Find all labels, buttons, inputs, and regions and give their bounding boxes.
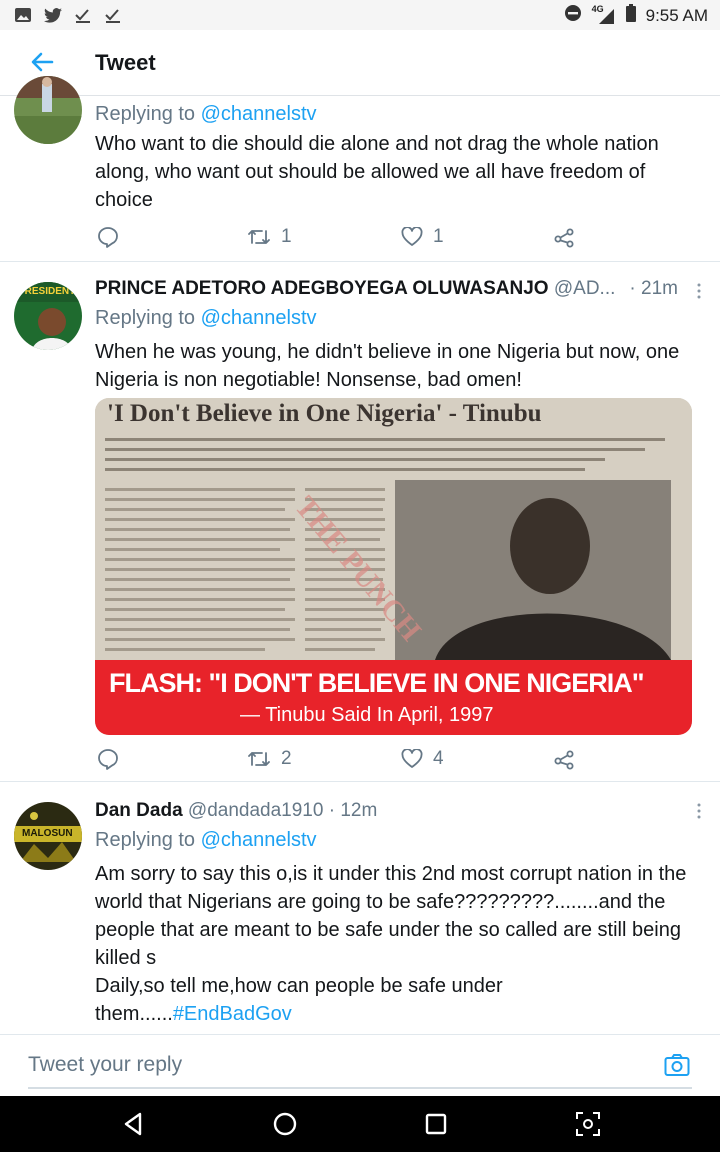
reply-icon bbox=[98, 227, 118, 248]
tweet-actions: 1 1 bbox=[95, 226, 595, 256]
heart-icon bbox=[401, 227, 423, 246]
more-options-icon[interactable] bbox=[696, 282, 702, 300]
retweet-button[interactable]: 1 bbox=[247, 226, 292, 248]
author-name[interactable]: PRINCE ADETORO ADEGBOYEGA OLUWASANJO bbox=[95, 278, 549, 299]
reply-label: Replying to bbox=[95, 103, 196, 125]
check-icon bbox=[104, 6, 122, 24]
tweet-text-line: Daily,so tell me,how can people be safe … bbox=[95, 975, 503, 1025]
reply-context: Replying to @channelstv bbox=[95, 826, 692, 854]
like-button[interactable]: 1 bbox=[401, 226, 444, 248]
reply-label: Replying to bbox=[95, 829, 196, 851]
retweet-count: 1 bbox=[281, 226, 292, 247]
twitter-icon bbox=[44, 6, 62, 24]
avatar[interactable]: MALOSUN bbox=[14, 802, 82, 870]
like-button[interactable]: 4 bbox=[401, 748, 444, 770]
reply-context: Replying to @channelstv bbox=[95, 304, 692, 332]
mention-link[interactable]: @channelstv bbox=[201, 103, 317, 125]
system-nav-bar bbox=[0, 1096, 720, 1152]
reply-icon bbox=[98, 749, 118, 770]
tweet-text: Am sorry to say this o,is it under this … bbox=[95, 860, 692, 1028]
tweet-text: Who want to die should die alone and not… bbox=[95, 133, 659, 211]
mention-link[interactable]: @channelstv bbox=[201, 307, 317, 329]
tweet-text-paragraph: Daily,so tell me,how can people be safe … bbox=[95, 972, 692, 1028]
tweet-actions: 2 4 bbox=[95, 748, 595, 778]
reply-label: Replying to bbox=[95, 307, 196, 329]
tweet-header: PRINCE ADETORO ADEGBOYEGA OLUWASANJO @AD… bbox=[95, 276, 692, 302]
reply-input-underline bbox=[28, 1087, 692, 1089]
tweet-time: · 12m bbox=[328, 800, 378, 821]
back-arrow-icon[interactable] bbox=[28, 48, 56, 76]
reply-button[interactable] bbox=[97, 226, 119, 248]
retweet-icon bbox=[248, 752, 270, 766]
author-handle[interactable]: @dandada1910 bbox=[188, 800, 324, 821]
screenshot-icon[interactable] bbox=[574, 1110, 602, 1138]
status-bar: 4G 9:55 AM bbox=[0, 0, 720, 30]
tweet-text-paragraph: Am sorry to say this o,is it under this … bbox=[95, 863, 687, 969]
avatar[interactable] bbox=[14, 76, 82, 144]
share-icon bbox=[554, 750, 574, 770]
nav-home-icon[interactable] bbox=[271, 1110, 299, 1138]
clock-time: 9:55 AM bbox=[645, 5, 708, 25]
retweet-button[interactable]: 2 bbox=[247, 748, 292, 770]
reply-context: Replying to @channelstv bbox=[95, 100, 692, 128]
reply-input[interactable]: Tweet your reply bbox=[28, 1053, 182, 1077]
avatar-text: PRESIDENT bbox=[18, 286, 76, 297]
tweet-time: · 21m bbox=[623, 276, 678, 302]
hashtag-link[interactable]: #EndBadGov bbox=[173, 1003, 292, 1025]
like-count: 1 bbox=[433, 226, 444, 247]
page-title: Tweet bbox=[95, 50, 156, 75]
share-icon bbox=[554, 228, 574, 248]
heart-icon bbox=[401, 749, 423, 768]
avatar-text: MALOSUN bbox=[22, 828, 73, 839]
author-name[interactable]: Dan Dada bbox=[95, 800, 183, 821]
author-handle[interactable]: @AD... bbox=[554, 278, 616, 299]
camera-icon[interactable] bbox=[664, 1053, 690, 1077]
network-type: 4G bbox=[591, 3, 604, 14]
share-button[interactable] bbox=[553, 748, 575, 770]
retweet-count: 2 bbox=[281, 748, 292, 769]
mention-link[interactable]: @channelstv bbox=[201, 829, 317, 851]
dnd-icon bbox=[564, 4, 582, 27]
tweet-header: Dan Dada @dandada1910 · 12m bbox=[95, 798, 692, 824]
signal-icon: 4G bbox=[591, 3, 616, 25]
check-icon bbox=[74, 6, 92, 24]
avatar[interactable]: PRESIDENT bbox=[14, 282, 82, 350]
tweet-3[interactable]: MALOSUN Dan Dada @dandada1910 · 12m Repl… bbox=[0, 782, 720, 1034]
tweet-media-image[interactable]: THE PUNCH 'I Don't Believe in One Nigeri… bbox=[95, 398, 692, 735]
top-app-bar: Tweet bbox=[0, 30, 720, 96]
nav-back-icon[interactable] bbox=[120, 1110, 148, 1138]
tweet-1[interactable]: Replying to @channelstv Who want to die … bbox=[0, 76, 720, 262]
image-banner-sub: — Tinubu Said In April, 1997 bbox=[240, 704, 494, 726]
tweet-2[interactable]: PRESIDENT PRINCE ADETORO ADEGBOYEGA OLUW… bbox=[0, 262, 720, 782]
image-headline: 'I Don't Believe in One Nigeria' - Tinub… bbox=[107, 400, 542, 427]
image-icon bbox=[14, 6, 32, 24]
reply-button[interactable] bbox=[97, 748, 119, 770]
battery-icon bbox=[625, 4, 636, 27]
retweet-icon bbox=[248, 230, 270, 244]
nav-recents-icon[interactable] bbox=[422, 1110, 450, 1138]
image-banner: FLASH: "I DON'T BELIEVE IN ONE NIGERIA" bbox=[109, 668, 645, 698]
share-button[interactable] bbox=[553, 226, 575, 248]
reply-composer: Tweet your reply bbox=[0, 1034, 720, 1096]
tweet-text: When he was young, he didn't believe in … bbox=[95, 341, 680, 391]
like-count: 4 bbox=[433, 748, 444, 769]
more-options-icon[interactable] bbox=[696, 802, 702, 820]
